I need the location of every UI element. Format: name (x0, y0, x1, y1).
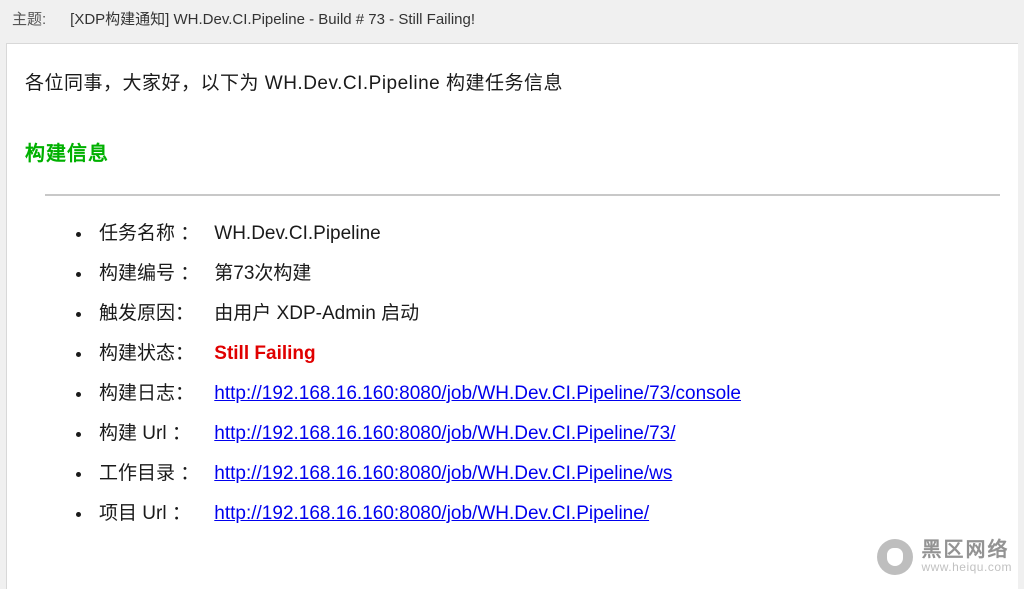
item-label: 项目 Url ： (99, 494, 209, 534)
item-label: 构建 Url ： (99, 414, 209, 454)
build-log-link[interactable]: http://192.168.16.160:8080/job/WH.Dev.CI… (214, 383, 741, 404)
subject-value: [XDP构建通知] WH.Dev.CI.Pipeline - Build # 7… (70, 8, 475, 29)
watermark-url: www.heiqu.com (921, 561, 1012, 574)
project-url-link[interactable]: http://192.168.16.160:8080/job/WH.Dev.CI… (214, 503, 649, 524)
watermark-icon (877, 539, 913, 575)
watermark: 黑区网络 www.heiqu.com (877, 539, 1012, 575)
item-label: 构建编号 ： (99, 254, 209, 294)
item-value: 由用户 XDP-Admin 启动 (214, 303, 419, 324)
email-subject-bar: 主题: [XDP构建通知] WH.Dev.CI.Pipeline - Build… (0, 0, 1024, 37)
list-item: 构建 Url ： http://192.168.16.160:8080/job/… (93, 414, 1000, 454)
item-value: 第73次构建 (214, 263, 311, 284)
item-label: 触发原因： (99, 294, 209, 334)
email-body: 各位同事，大家好，以下为 WH.Dev.CI.Pipeline 构建任务信息 构… (6, 43, 1018, 589)
build-info-list: 任务名称 ： WH.Dev.CI.Pipeline 构建编号 ： 第73次构建 … (25, 214, 1000, 534)
list-item: 构建编号 ： 第73次构建 (93, 254, 1000, 294)
subject-label: 主题: (12, 8, 46, 29)
greeting-text: 各位同事，大家好，以下为 WH.Dev.CI.Pipeline 构建任务信息 (25, 68, 1000, 95)
list-item: 构建状态： Still Failing (93, 334, 1000, 374)
list-item: 项目 Url ： http://192.168.16.160:8080/job/… (93, 494, 1000, 534)
divider (45, 194, 1000, 196)
item-label: 工作目录 ： (99, 454, 209, 494)
list-item: 工作目录 ： http://192.168.16.160:8080/job/WH… (93, 454, 1000, 494)
list-item: 构建日志： http://192.168.16.160:8080/job/WH.… (93, 374, 1000, 414)
item-label: 任务名称 ： (99, 214, 209, 254)
watermark-text: 黑区网络 www.heiqu.com (921, 540, 1012, 574)
section-title: 构建信息 (25, 137, 1000, 166)
list-item: 触发原因： 由用户 XDP-Admin 启动 (93, 294, 1000, 334)
item-label: 构建日志： (99, 374, 209, 414)
build-status-value: Still Failing (214, 343, 315, 364)
item-label: 构建状态： (99, 334, 209, 374)
item-value: WH.Dev.CI.Pipeline (214, 223, 380, 244)
build-url-link[interactable]: http://192.168.16.160:8080/job/WH.Dev.CI… (214, 423, 675, 444)
list-item: 任务名称 ： WH.Dev.CI.Pipeline (93, 214, 1000, 254)
workspace-link[interactable]: http://192.168.16.160:8080/job/WH.Dev.CI… (214, 463, 672, 484)
watermark-cn: 黑区网络 (921, 540, 1012, 561)
